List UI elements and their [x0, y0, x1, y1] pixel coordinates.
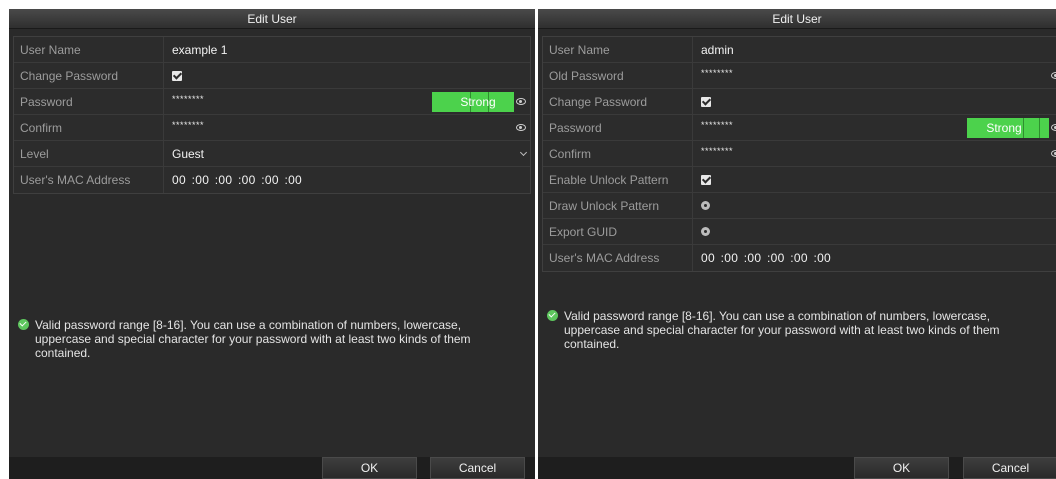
level-row: Level Guest: [14, 141, 530, 167]
mac-label: User's MAC Address: [543, 245, 693, 271]
old-password-mask: ********: [701, 67, 734, 78]
password-strength-bar: Strong: [967, 118, 1049, 138]
level-value: Guest: [172, 146, 205, 161]
draw-unlock-label: Draw Unlock Pattern: [543, 193, 693, 218]
password-label: Password: [14, 89, 164, 114]
password-field[interactable]: ******** Strong: [693, 115, 1056, 140]
enable-unlock-label: Enable Unlock Pattern: [543, 167, 693, 192]
password-hint-text: Valid password range [8-16]. You can use…: [564, 309, 1000, 351]
change-password-checkbox[interactable]: [701, 96, 711, 107]
dialog-title: Edit User: [538, 9, 1056, 29]
old-password-row: Old Password ********: [543, 63, 1056, 89]
mac-label: User's MAC Address: [14, 167, 164, 193]
password-hint-text: Valid password range [8-16]. You can use…: [35, 318, 471, 360]
enable-unlock-row: Enable Unlock Pattern: [543, 167, 1056, 193]
cancel-button[interactable]: Cancel: [430, 457, 525, 479]
confirm-label: Confirm: [14, 115, 164, 140]
confirm-field[interactable]: ********: [693, 141, 1056, 166]
export-guid-cell: [693, 219, 1056, 244]
cancel-button[interactable]: Cancel: [963, 457, 1056, 479]
edit-user-dialog: Edit User User Name example 1 Change Pas…: [9, 9, 535, 479]
change-password-cell: [693, 89, 1056, 114]
confirm-field[interactable]: ********: [164, 115, 530, 140]
old-password-label: Old Password: [543, 63, 693, 88]
user-name-label: User Name: [14, 37, 164, 62]
user-name-value: admin: [701, 42, 734, 57]
password-strength-label: Strong: [986, 121, 1022, 135]
eye-icon[interactable]: [1051, 72, 1056, 79]
draw-unlock-cell: [693, 193, 1056, 218]
chevron-down-icon: [519, 148, 528, 157]
enable-unlock-cell: [693, 167, 1056, 192]
mac-field[interactable]: 00 :00 :00 :00 :00 :00: [164, 167, 530, 193]
dialog-footer: OK Cancel: [538, 457, 1056, 479]
edit-user-dialog: Edit User User Name admin Old Password *…: [538, 9, 1056, 479]
password-field[interactable]: ******** Strong: [164, 89, 530, 114]
mac-row: User's MAC Address 00 :00 :00 :00 :00 :0…: [14, 167, 530, 193]
password-hint: Valid password range [8-16]. You can use…: [547, 309, 1007, 351]
user-form: User Name example 1 Change Password Pass…: [13, 36, 531, 194]
user-name-field[interactable]: admin: [693, 37, 1056, 62]
eye-icon[interactable]: [1051, 150, 1056, 157]
user-name-row: User Name example 1: [14, 37, 530, 63]
password-label: Password: [543, 115, 693, 140]
dialog-footer: OK Cancel: [9, 457, 535, 479]
export-guid-row: Export GUID: [543, 219, 1056, 245]
ok-button[interactable]: OK: [854, 457, 949, 479]
dialog-title: Edit User: [9, 9, 535, 29]
change-password-label: Change Password: [14, 63, 164, 88]
check-circle-icon: [547, 310, 558, 321]
change-password-label: Change Password: [543, 89, 693, 114]
eye-icon[interactable]: [516, 98, 526, 105]
password-strength-label: Strong: [460, 95, 496, 109]
level-select[interactable]: Guest: [164, 141, 530, 166]
mac-value: 00 :00 :00 :00 :00 :00: [701, 251, 832, 265]
gear-icon[interactable]: [701, 227, 710, 236]
gear-icon[interactable]: [701, 201, 710, 210]
password-strength-bar: Strong: [432, 92, 514, 112]
eye-icon[interactable]: [516, 124, 526, 131]
mac-field[interactable]: 00 :00 :00 :00 :00 :00: [693, 245, 1056, 271]
password-row: Password ******** Strong: [14, 89, 530, 115]
change-password-row: Change Password: [543, 89, 1056, 115]
password-hint: Valid password range [8-16]. You can use…: [18, 318, 488, 360]
strength-divider: [1039, 118, 1040, 138]
confirm-row: Confirm ********: [543, 141, 1056, 167]
user-form: User Name admin Old Password ******** Ch…: [542, 36, 1056, 272]
change-password-checkbox[interactable]: [172, 70, 182, 81]
confirm-label: Confirm: [543, 141, 693, 166]
password-mask: ********: [701, 119, 734, 130]
ok-button[interactable]: OK: [322, 457, 417, 479]
confirm-row: Confirm ********: [14, 115, 530, 141]
eye-icon[interactable]: [1051, 124, 1056, 131]
password-row: Password ******** Strong: [543, 115, 1056, 141]
draw-unlock-row: Draw Unlock Pattern: [543, 193, 1056, 219]
change-password-cell: [164, 63, 530, 88]
user-name-label: User Name: [543, 37, 693, 62]
level-label: Level: [14, 141, 164, 166]
export-guid-label: Export GUID: [543, 219, 693, 244]
password-mask: ********: [172, 93, 205, 104]
old-password-field[interactable]: ********: [693, 63, 1056, 88]
strength-divider: [1023, 118, 1024, 138]
confirm-mask: ********: [701, 145, 734, 156]
mac-value: 00 :00 :00 :00 :00 :00: [172, 173, 303, 187]
user-name-value: example 1: [172, 42, 228, 57]
mac-row: User's MAC Address 00 :00 :00 :00 :00 :0…: [543, 245, 1056, 271]
change-password-row: Change Password: [14, 63, 530, 89]
check-circle-icon: [18, 319, 29, 330]
confirm-mask: ********: [172, 119, 205, 130]
enable-unlock-checkbox[interactable]: [701, 174, 711, 185]
user-name-field[interactable]: example 1: [164, 37, 530, 62]
user-name-row: User Name admin: [543, 37, 1056, 63]
